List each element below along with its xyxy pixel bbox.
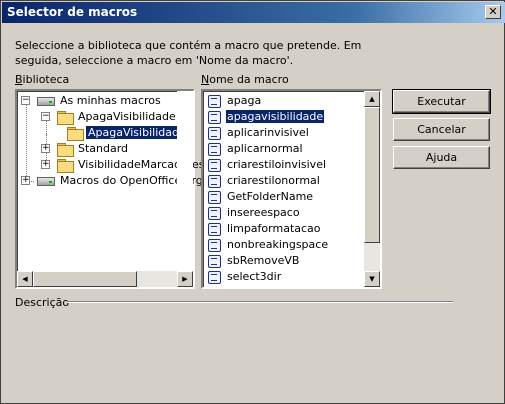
list-item[interactable]: apagavisibilidade [206,109,326,125]
scroll-left-button[interactable]: ◀ [17,271,33,287]
scroll-up-button[interactable]: ▲ [364,91,380,107]
macro-icon [206,270,222,284]
list-item[interactable]: apaga [206,93,262,109]
macro-icon [206,206,222,220]
drive-icon [37,96,55,106]
macro-name-label: Nome da macro [201,73,289,86]
description-label: Descrição [15,296,70,309]
tree-item-my-macros[interactable]: − As minhas macros [21,93,163,109]
macro-icon [206,174,222,188]
cancel-button[interactable]: Cancelar [393,118,490,141]
module-icon [67,127,84,141]
library-tree[interactable]: − As minhas macros − ApagaVisibilidade A… [15,89,205,289]
macro-icon [206,158,222,172]
macro-icon [206,142,222,156]
execute-button[interactable]: Executar [392,89,491,114]
list-item[interactable]: criarestilonormal [206,173,321,189]
list-item[interactable]: limpaformatacao [206,221,322,237]
scroll-thumb[interactable] [33,271,137,287]
description-separator [67,301,453,303]
list-item[interactable]: criarestiloinvisivel [206,157,327,173]
folder-icon [57,143,74,157]
list-item[interactable]: GetFolderName [206,189,314,205]
list-item[interactable]: aplicarnormal [206,141,304,157]
collapse-icon[interactable]: − [21,96,30,105]
scroll-down-button[interactable]: ▼ [364,271,380,287]
scroll-thumb[interactable] [364,107,380,243]
close-button[interactable]: ✕ [485,5,501,19]
list-item[interactable]: nonbreakingspace [206,237,329,253]
expand-icon[interactable]: + [41,160,50,169]
macro-icon [206,238,222,252]
macro-icon [206,94,222,108]
library-label: Biblioteca [15,73,70,86]
folder-icon [57,159,74,173]
list-item[interactable]: aplicarinvisivel [206,125,310,141]
tree-item-apagavisibilidade-module[interactable]: ApagaVisibilidade [67,125,188,141]
folder-open-icon [57,111,74,125]
macro-vertical-scrollbar[interactable]: ▲ ▼ [364,91,380,287]
macro-selector-dialog: Selector de macros ✕ Seleccione a biblio… [0,0,505,404]
tree-item-apagavisibilidade-lib[interactable]: − ApagaVisibilidade [41,109,178,125]
list-item[interactable]: select3dir [206,269,282,285]
expand-icon[interactable]: + [41,144,50,153]
scroll-right-button[interactable]: ▶ [177,271,193,287]
instructions-text: Seleccione a biblioteca que contém a mac… [15,39,362,67]
tree-item-standard[interactable]: + Standard [41,141,130,157]
macro-icon [206,110,222,124]
list-item[interactable]: insereespaco [206,205,301,221]
macro-list[interactable]: apaga apagavisibilidade aplicarinvisivel… [201,89,382,289]
macro-icon [206,190,222,204]
title-bar[interactable]: Selector de macros ✕ [2,2,505,23]
list-item[interactable]: sbRemoveVB [206,253,300,269]
window-title: Selector de macros [7,5,138,19]
collapse-icon[interactable]: − [41,112,50,121]
expand-icon[interactable]: + [21,176,30,185]
help-button[interactable]: Ajuda [393,146,490,169]
macro-icon [206,254,222,268]
macro-icon [206,126,222,140]
tree-horizontal-scrollbar[interactable]: ◀ ▶ [17,271,193,287]
macro-icon [206,222,222,236]
drive-icon [37,176,55,186]
